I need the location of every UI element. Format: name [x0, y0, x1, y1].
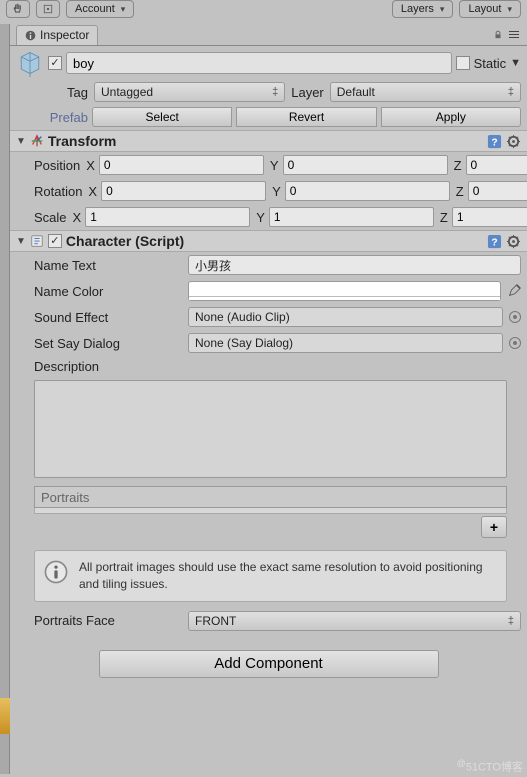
- static-label: Static: [474, 56, 507, 71]
- portraits-header[interactable]: Portraits: [34, 486, 507, 508]
- tab-label: Inspector: [40, 28, 89, 42]
- sound-effect-field[interactable]: None (Audio Clip): [188, 307, 503, 327]
- name-text-label: Name Text: [16, 258, 182, 273]
- prefab-select-button[interactable]: Select: [92, 107, 232, 127]
- transform-title: Transform: [48, 133, 483, 149]
- name-color-label: Name Color: [16, 284, 182, 299]
- object-picker-icon[interactable]: [509, 337, 521, 349]
- inspector-tab[interactable]: Inspector: [16, 25, 98, 45]
- info-icon: [25, 30, 36, 41]
- lock-icon[interactable]: [493, 30, 503, 40]
- sound-effect-label: Sound Effect: [16, 310, 182, 325]
- prefab-apply-button[interactable]: Apply: [381, 107, 521, 127]
- account-dropdown[interactable]: Account: [66, 0, 134, 18]
- set-say-dialog-field[interactable]: None (Say Dialog): [188, 333, 503, 353]
- name-text-input[interactable]: 小男孩: [188, 255, 521, 275]
- position-z-input[interactable]: [466, 155, 527, 175]
- prefab-label: Prefab: [16, 110, 88, 125]
- svg-text:?: ?: [491, 137, 497, 148]
- rotation-x-input[interactable]: [101, 181, 266, 201]
- character-foldout[interactable]: ▼: [16, 236, 26, 247]
- component-menu-icon[interactable]: [506, 134, 521, 149]
- static-dropdown-icon[interactable]: ▼: [510, 57, 521, 69]
- svg-text:?: ?: [491, 237, 497, 248]
- set-say-dialog-label: Set Say Dialog: [16, 336, 182, 351]
- scale-z-input[interactable]: [452, 207, 527, 227]
- dock-strip: [0, 24, 10, 774]
- info-message: All portrait images should use the exact…: [79, 559, 498, 593]
- gameobject-icon[interactable]: [16, 49, 44, 77]
- watermark: @51CTO博客: [457, 758, 523, 775]
- tag-label: Tag: [16, 85, 88, 100]
- help-icon[interactable]: ?: [487, 134, 502, 149]
- help-icon[interactable]: ?: [487, 234, 502, 249]
- position-y-input[interactable]: [283, 155, 448, 175]
- rotation-z-input[interactable]: [468, 181, 527, 201]
- static-checkbox[interactable]: [456, 56, 470, 70]
- eyedropper-icon[interactable]: [507, 284, 521, 298]
- character-enabled-checkbox[interactable]: [48, 234, 62, 248]
- position-x-input[interactable]: [99, 155, 264, 175]
- character-title: Character (Script): [66, 233, 483, 249]
- description-textarea[interactable]: [34, 380, 507, 478]
- scale-y-input[interactable]: [269, 207, 434, 227]
- component-menu-icon[interactable]: [506, 234, 521, 249]
- add-component-button[interactable]: Add Component: [99, 650, 439, 678]
- position-label: Position: [16, 158, 80, 173]
- description-label: Description: [16, 359, 182, 374]
- name-color-field[interactable]: [188, 281, 501, 301]
- rotation-y-input[interactable]: [285, 181, 450, 201]
- hand-tool-button[interactable]: [6, 0, 30, 18]
- info-box: All portrait images should use the exact…: [34, 550, 507, 602]
- scale-label: Scale: [16, 210, 67, 225]
- object-name-input[interactable]: [66, 52, 452, 74]
- portraits-face-label: Portraits Face: [16, 613, 182, 628]
- add-portrait-button[interactable]: +: [481, 516, 507, 538]
- rotation-label: Rotation: [16, 184, 82, 199]
- layer-dropdown[interactable]: Default: [330, 82, 521, 102]
- transform-icon: [30, 134, 44, 148]
- scale-x-input[interactable]: [85, 207, 250, 227]
- enabled-checkbox[interactable]: [48, 56, 62, 70]
- transform-foldout[interactable]: ▼: [16, 136, 26, 147]
- object-picker-icon[interactable]: [509, 311, 521, 323]
- portraits-face-dropdown[interactable]: FRONT: [188, 611, 521, 631]
- layer-label: Layer: [291, 85, 324, 100]
- context-menu-icon[interactable]: [509, 31, 519, 38]
- prefab-revert-button[interactable]: Revert: [236, 107, 376, 127]
- layers-dropdown[interactable]: Layers: [392, 0, 454, 18]
- pivot-tool-button[interactable]: [36, 0, 60, 18]
- portraits-list: [34, 508, 507, 514]
- script-icon: [30, 234, 44, 248]
- layout-dropdown[interactable]: Layout: [459, 0, 521, 18]
- info-icon: [43, 559, 69, 585]
- tag-dropdown[interactable]: Untagged: [94, 82, 285, 102]
